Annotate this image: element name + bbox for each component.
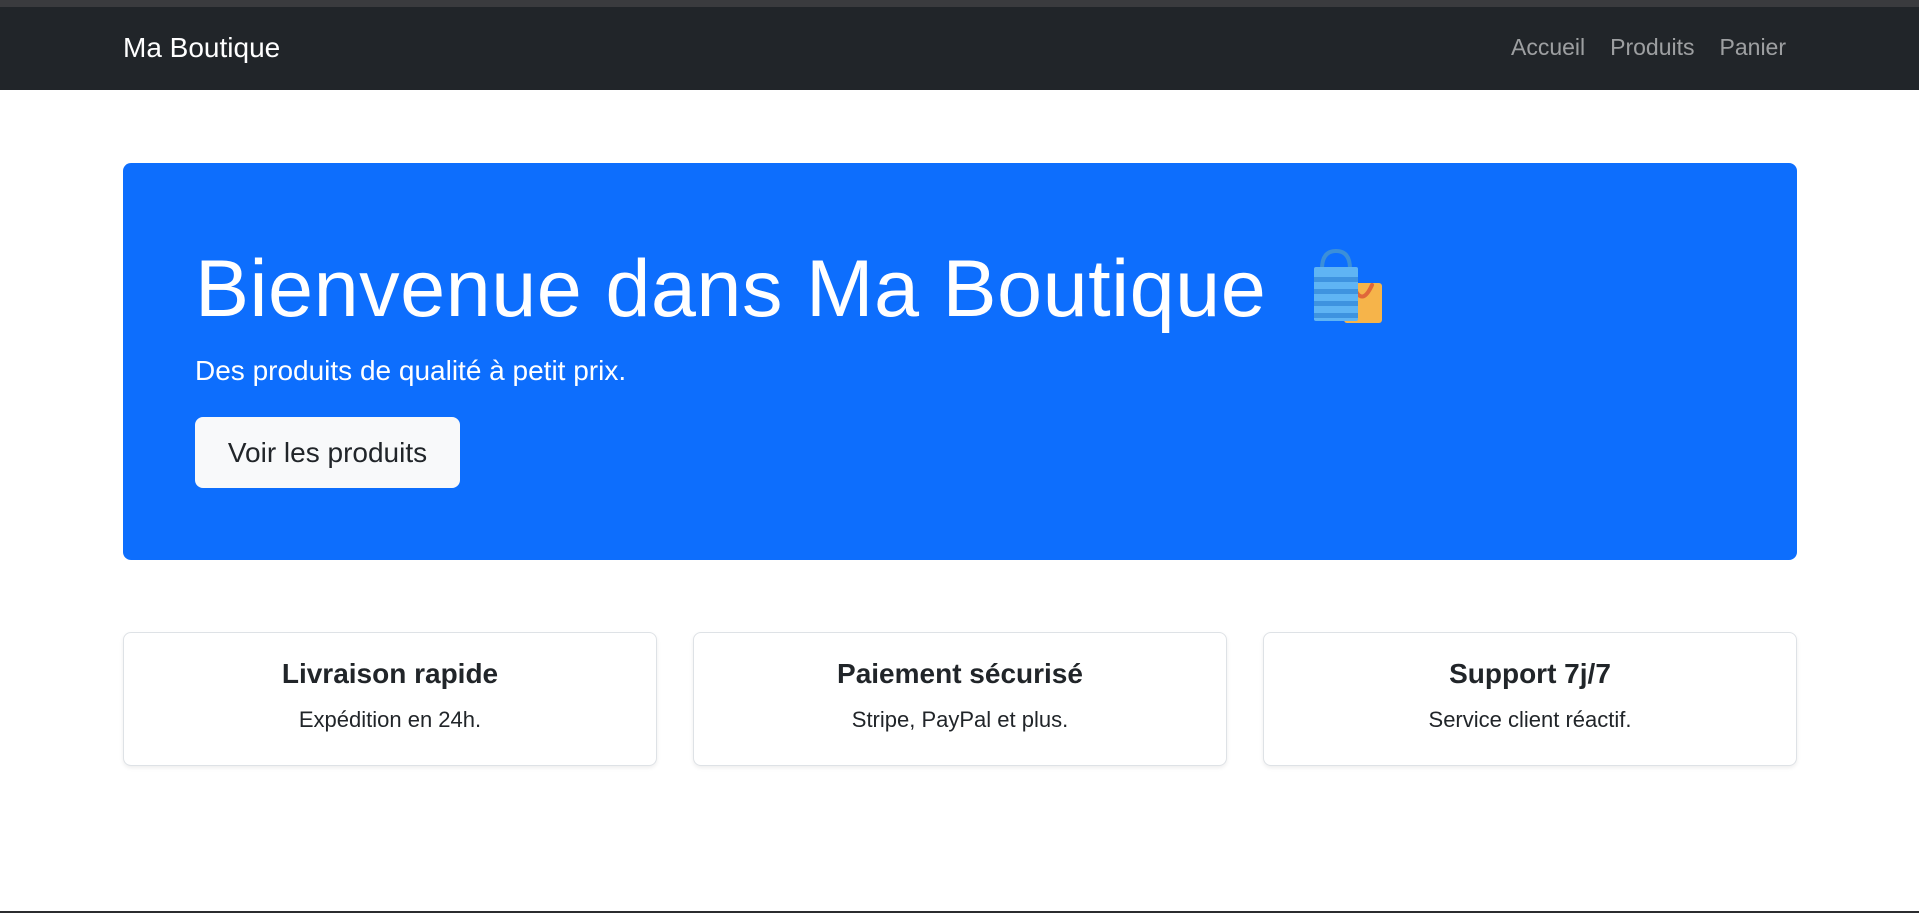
shopping-bags-icon	[1314, 248, 1383, 323]
nav-links: Accueil Produits Panier	[1511, 36, 1786, 59]
nav-link-produits[interactable]: Produits	[1610, 36, 1694, 59]
navbar: Ma Boutique Accueil Produits Panier	[0, 7, 1919, 90]
feature-title: Livraison rapide	[281, 658, 499, 689]
brand-link[interactable]: Ma Boutique	[123, 34, 280, 62]
feature-title: Support 7j/7	[1449, 658, 1611, 689]
feature-title: Paiement sécurisé	[837, 658, 1083, 689]
window-top-strip	[0, 0, 1919, 7]
nav-link-accueil[interactable]: Accueil	[1511, 36, 1585, 59]
features-row: Livraison rapide Expédition en 24h. Paie…	[123, 632, 1797, 766]
hero-banner: Bienvenue dans Ma Boutique Des produits …	[123, 163, 1797, 560]
hero-title-text: Bienvenue dans Ma Boutique	[195, 243, 1267, 334]
hero-subtitle: Des produits de qualité à petit prix.	[195, 355, 627, 386]
feature-text: Expédition en 24h.	[298, 707, 482, 732]
feature-card-delivery: Livraison rapide Expédition en 24h.	[123, 632, 657, 766]
feature-card-support: Support 7j/7 Service client réactif.	[1263, 632, 1797, 766]
feature-text: Stripe, PayPal et plus.	[851, 707, 1069, 732]
nav-link-panier[interactable]: Panier	[1720, 36, 1786, 59]
view-products-button[interactable]: Voir les produits	[195, 417, 460, 488]
feature-text: Service client réactif.	[1428, 707, 1632, 732]
hero-title: Bienvenue dans Ma Boutique	[195, 245, 1390, 333]
feature-card-payment: Paiement sécurisé Stripe, PayPal et plus…	[693, 632, 1227, 766]
